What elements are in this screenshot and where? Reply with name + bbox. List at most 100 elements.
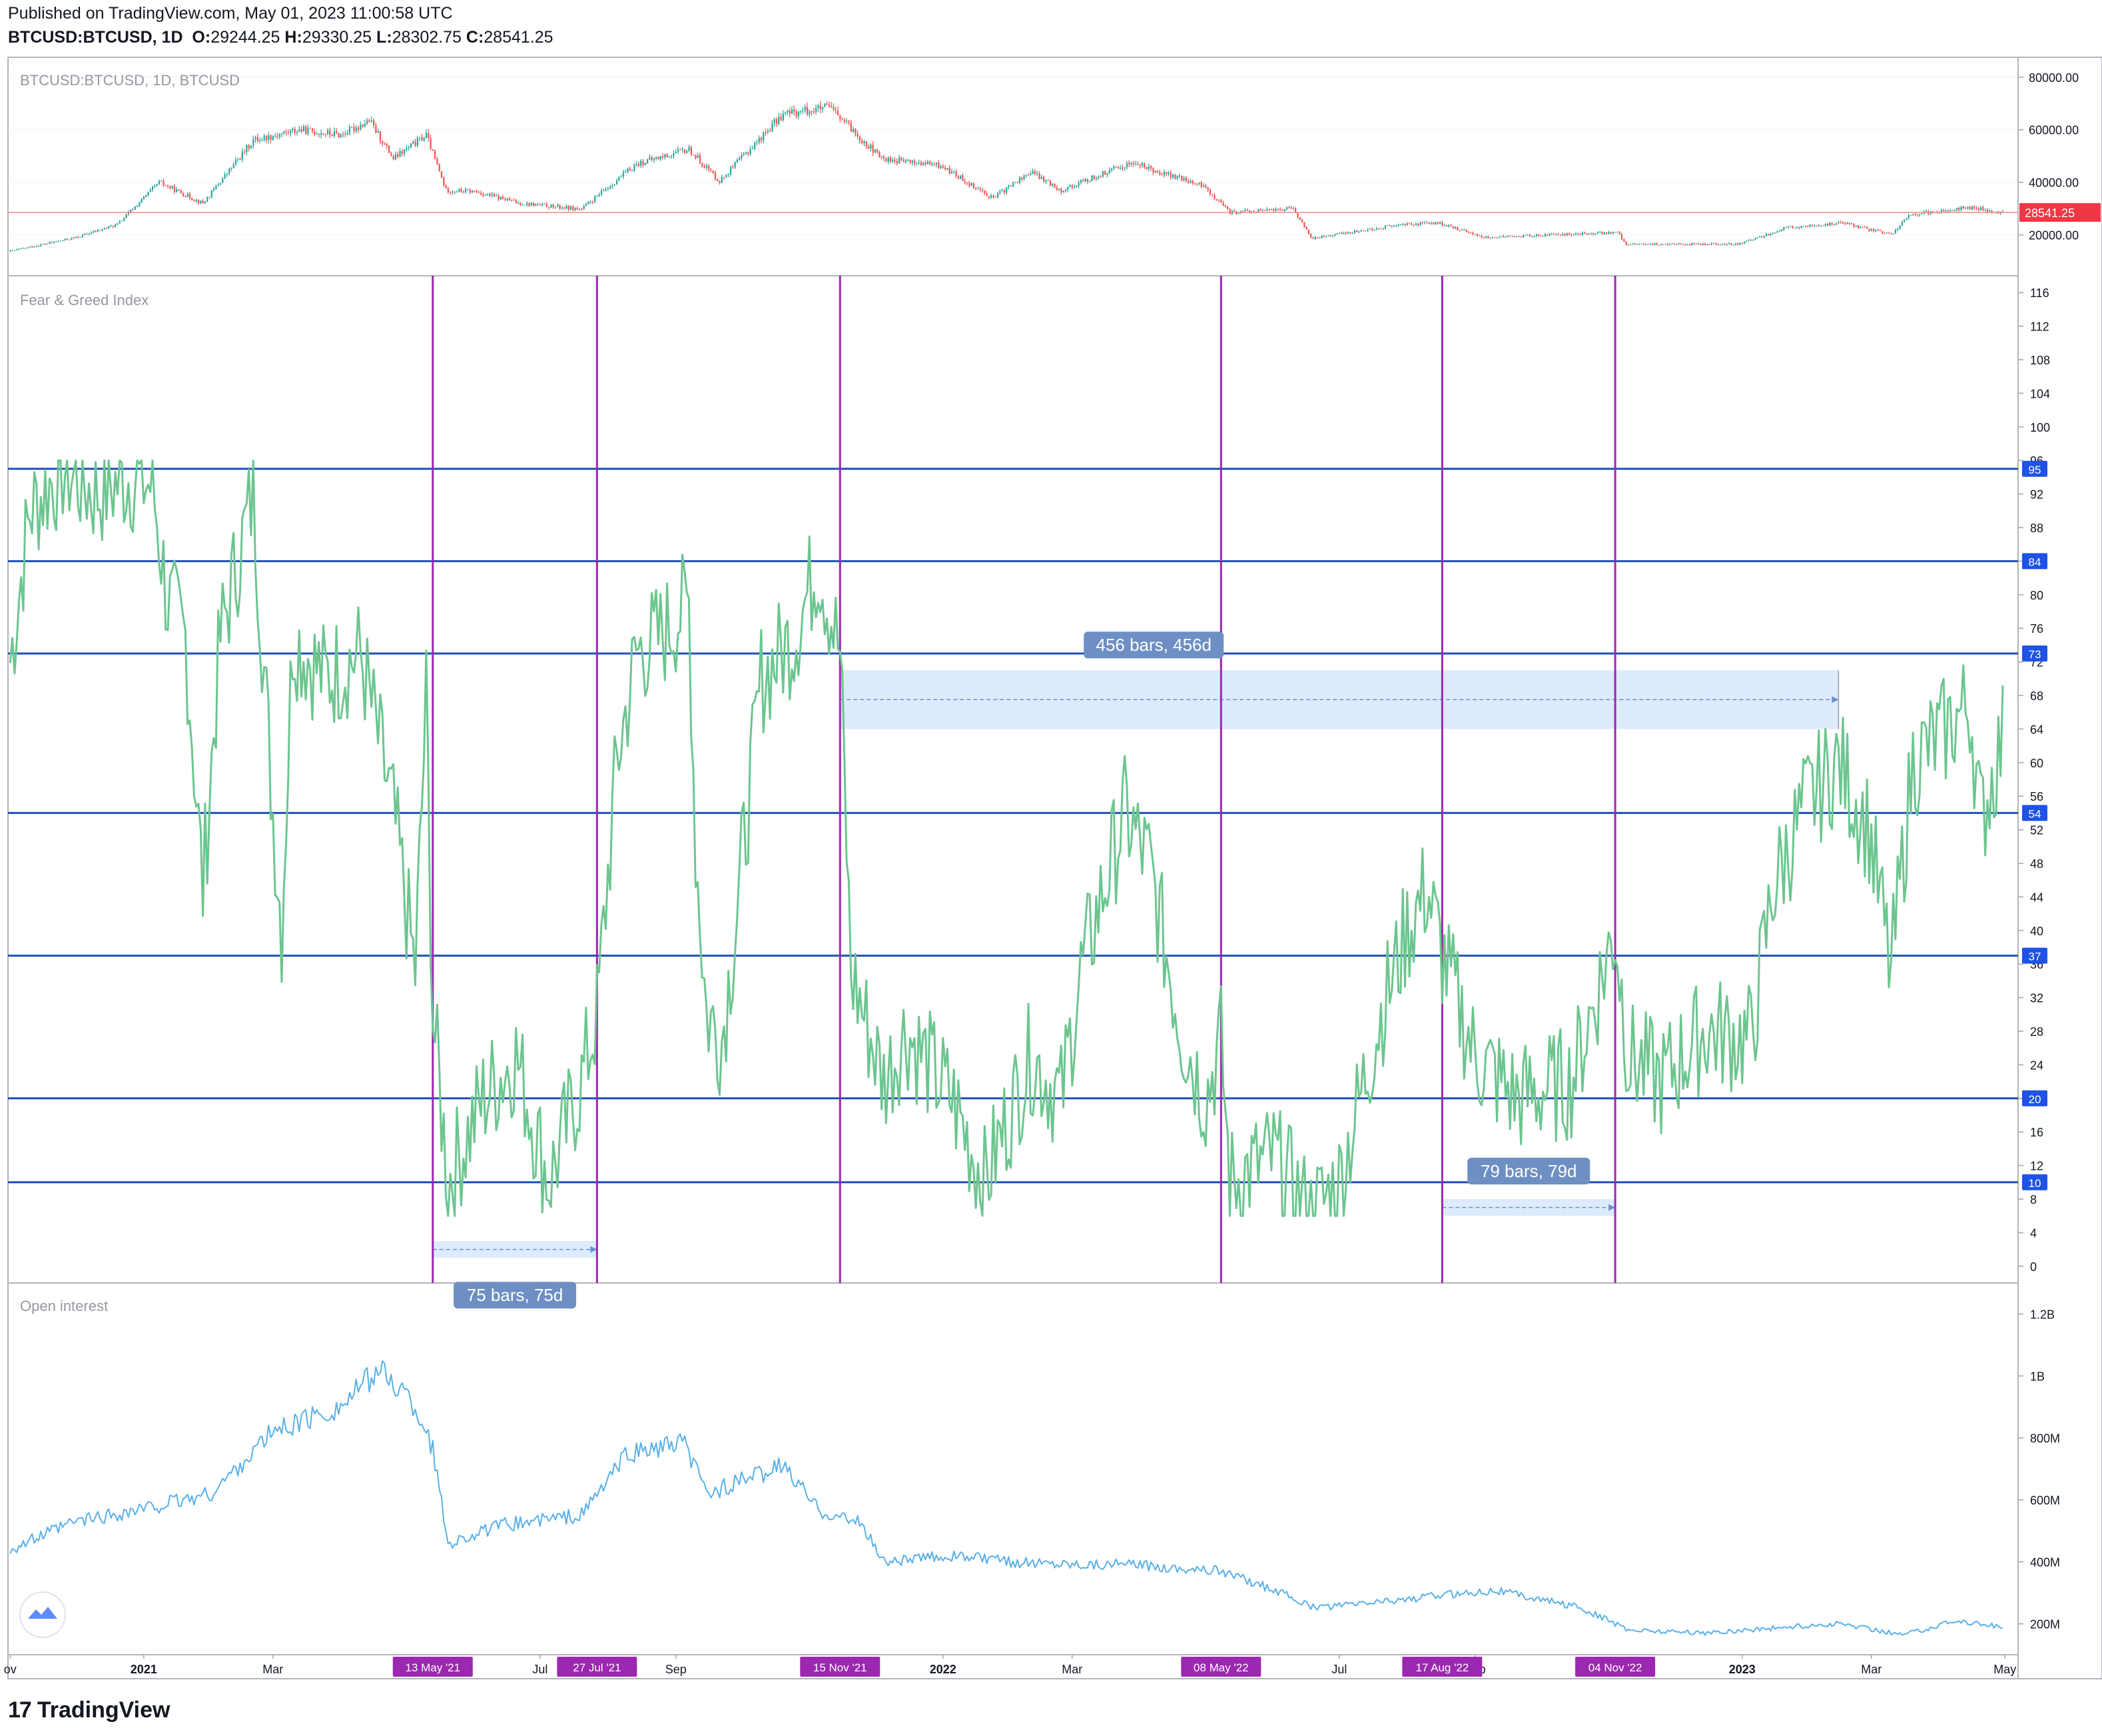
candle — [283, 131, 285, 134]
candle — [377, 131, 379, 133]
candle — [1912, 214, 1914, 215]
fng-tick-label: 24 — [2030, 1059, 2043, 1072]
time-tick-label: Jul — [532, 1663, 547, 1676]
fng-level-label: 95 — [2029, 464, 2041, 476]
candle — [1345, 232, 1347, 234]
candle — [1194, 183, 1196, 185]
candle — [522, 205, 524, 206]
candle — [115, 224, 117, 227]
candle — [121, 220, 123, 222]
price-tick-label: 40000.00 — [2029, 177, 2079, 190]
candle — [414, 141, 416, 146]
candle — [843, 119, 846, 122]
candle — [1573, 234, 1575, 236]
candle — [1227, 207, 1229, 209]
candle — [79, 236, 81, 238]
candle — [1527, 234, 1529, 236]
candle — [1625, 241, 1627, 245]
candle — [1728, 243, 1730, 244]
candle — [307, 128, 309, 135]
candle — [167, 186, 169, 187]
price-tick-label: 80000.00 — [2029, 71, 2079, 85]
highlight-date-label: 27 Jul '21 — [573, 1661, 621, 1674]
candle — [1124, 167, 1126, 169]
candle — [1906, 218, 1908, 220]
candle — [876, 149, 878, 152]
candle — [1798, 227, 1800, 228]
candle — [419, 137, 421, 138]
candle — [1205, 185, 1207, 189]
candle — [909, 159, 911, 163]
candle — [117, 223, 119, 224]
candle — [920, 162, 922, 165]
candle — [1052, 183, 1054, 186]
candle — [322, 133, 324, 135]
candle — [33, 246, 35, 248]
candle — [797, 111, 800, 117]
candle — [671, 156, 673, 157]
candle — [394, 154, 397, 159]
candle — [1141, 163, 1144, 166]
candle — [1443, 224, 1445, 226]
candle — [1130, 163, 1132, 165]
candle — [1684, 244, 1686, 246]
candle — [1562, 233, 1564, 235]
candle — [1198, 182, 1200, 184]
candle — [1636, 244, 1638, 245]
candle — [1378, 228, 1380, 229]
candle — [1945, 211, 1947, 212]
candle — [1275, 209, 1277, 211]
candle — [132, 209, 134, 211]
candle — [401, 151, 403, 155]
candle — [344, 134, 346, 135]
candle — [278, 134, 280, 137]
candle — [1538, 234, 1540, 236]
candle — [880, 157, 882, 158]
candle — [1864, 226, 1866, 228]
candle — [1430, 222, 1433, 224]
candle — [758, 137, 760, 143]
candle — [938, 162, 940, 169]
candle — [817, 105, 819, 109]
candle — [946, 168, 948, 169]
candle — [1137, 163, 1139, 165]
candle — [239, 159, 241, 161]
tradingview-logo[interactable]: 17 TradingView — [8, 1697, 170, 1723]
candle — [780, 117, 782, 121]
candle — [508, 198, 511, 201]
candle — [763, 132, 765, 141]
candle — [11, 250, 13, 251]
candle — [990, 195, 992, 198]
candle — [296, 131, 298, 133]
candle — [1437, 222, 1439, 224]
candle — [20, 248, 22, 249]
fng-tick-label: 12 — [2030, 1160, 2043, 1173]
candle — [467, 189, 469, 191]
candle — [362, 125, 364, 127]
chart-canvas[interactable]: 20000.00 40000.00 60000.00 80000.00 28541.25… — [0, 0, 2102, 1736]
candle — [1848, 222, 1851, 224]
candle — [1259, 209, 1261, 211]
candle — [968, 183, 970, 186]
pane-frame-2 — [7, 1282, 2019, 1655]
candle — [515, 200, 517, 203]
candle — [826, 103, 828, 105]
fng-level-label: 10 — [2029, 1177, 2041, 1190]
candle — [1796, 227, 1798, 228]
highlight-date-label: 15 Nov '21 — [813, 1661, 867, 1674]
candle — [1726, 244, 1728, 245]
candle — [130, 210, 132, 213]
candle — [316, 134, 318, 135]
candle — [210, 190, 212, 197]
candle — [1741, 242, 1743, 244]
candle — [384, 143, 386, 145]
candle — [1188, 181, 1190, 183]
candle — [1807, 226, 1809, 228]
price-tick-label: 60000.00 — [2029, 124, 2079, 137]
candle — [1455, 226, 1457, 228]
candle — [979, 189, 981, 190]
candle — [831, 106, 833, 107]
candle — [1132, 163, 1135, 165]
candle — [835, 109, 837, 111]
candle — [900, 157, 902, 161]
